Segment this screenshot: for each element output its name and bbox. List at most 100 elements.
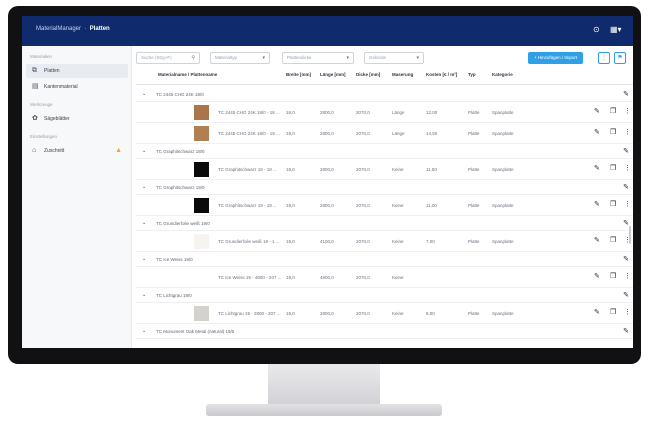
col-header-width[interactable]: Breite [mm] (286, 72, 311, 77)
cell-name: TC 2445 CHG 24K 18/0 - 18 ... (218, 110, 280, 115)
col-header-name[interactable]: Materialname / Plattenname (158, 72, 217, 77)
table-row[interactable]: TC Graphitschwarz 19 - 19 ... 19,0 2800,0 2… (136, 196, 633, 216)
layers-icon: ⧉ (32, 67, 37, 74)
cell-length: 2800,0 (320, 311, 334, 316)
edit-icon[interactable]: ✎ (594, 273, 600, 281)
more-icon[interactable]: ⋮ (624, 165, 631, 173)
table-row[interactable]: TC Lichtgrau 19 - 2800 - 207 ... 19,0 2800… (136, 304, 633, 324)
chevron-down-icon[interactable]: ⌄ (142, 91, 146, 97)
chevron-down-icon[interactable]: ⌄ (142, 328, 146, 334)
more-icon[interactable]: ⋮ (624, 309, 631, 317)
group-label: TC Grundierfolie weiß 19/0 (156, 221, 210, 226)
material-swatch (194, 270, 209, 285)
copy-icon[interactable]: ❐ (610, 165, 616, 173)
col-header-cost[interactable]: Kosten [€ / m²] (426, 72, 457, 77)
table-header-divider (136, 84, 633, 85)
stage: MaterialManager · Platten ⊙ ▦▾ Materiali… (0, 0, 649, 421)
cell-cost: 11,00 (426, 203, 437, 208)
sidebar-item-saegeblaetter[interactable]: ✿ Sägeblätter (26, 112, 128, 126)
edge-icon: ▤ (32, 83, 39, 90)
cell-thickness: 2070,0 (356, 203, 370, 208)
copy-icon[interactable]: ❐ (610, 108, 616, 116)
gear-icon: ✿ (32, 115, 38, 122)
edit-icon[interactable]: ✎ (594, 108, 600, 116)
edit-icon[interactable]: ✎ (623, 327, 629, 335)
edit-icon[interactable]: ✎ (594, 309, 600, 317)
filter-dropdown-gebinde[interactable]: Gebinde ▾ (364, 52, 424, 64)
more-icon[interactable]: ⋮ (624, 108, 631, 116)
cell-grain: Länge (392, 110, 405, 115)
group-row[interactable]: ⌄ TC Grundierfolie weiß 19/0 ✎ (136, 217, 633, 231)
more-icon[interactable]: ⋮ (624, 273, 631, 281)
group-row[interactable]: ⌄ TC 2445 CHG 24K 18/0 ✎ (136, 88, 633, 102)
group-row[interactable]: ⌄ TC Ice Weiss 19/0 ✎ (136, 253, 633, 267)
chevron-down-icon[interactable]: ⌄ (142, 256, 146, 262)
group-row[interactable]: ⌄ TC Graphitschwarz 18/0 ✎ (136, 145, 633, 159)
chevron-down-icon[interactable]: ⌄ (142, 292, 146, 298)
notification-icon[interactable]: ⚑ (614, 52, 626, 64)
copy-icon[interactable]: ❐ (610, 237, 616, 245)
search-input[interactable]: Suche (Strg+F) ⚲ (136, 52, 200, 64)
table-row[interactable]: TC 2445 CHG 24K 18/0 - 19 ... 19,0 2800,0 2… (136, 124, 633, 144)
copy-icon[interactable]: ❐ (610, 201, 616, 209)
more-icon[interactable]: ⋮ (624, 129, 631, 137)
monitor-stand-neck (268, 364, 380, 406)
edit-icon[interactable]: ✎ (623, 291, 629, 299)
cell-category: Spanplatte (492, 311, 514, 316)
group-label: TC Graphitschwarz 19/0 (156, 185, 205, 190)
copy-icon[interactable]: ❐ (610, 309, 616, 317)
chevron-down-icon[interactable]: ⌄ (142, 220, 146, 226)
table-row[interactable]: TC Grundierfolie weiß 19 - 1 ... 19,0 4100… (136, 232, 633, 252)
cell-cost: 14,50 (426, 131, 438, 136)
filter-dropdown-materialtyp[interactable]: Materialtyp ▾ (210, 52, 270, 64)
filter-dropdown-plattendicke[interactable]: Plattendicke ▾ (282, 52, 354, 64)
sidebar-item-label: Kantenmaterial (44, 84, 78, 90)
cell-type: Platte (468, 239, 480, 244)
col-header-thickness[interactable]: Dicke [mm] (356, 72, 380, 77)
cell-name: TC Lichtgrau 19 - 2800 - 207 ... (218, 311, 281, 316)
col-header-category[interactable]: Kategorie (492, 72, 513, 77)
chevron-down-icon[interactable]: ⌄ (142, 184, 146, 190)
group-label: TC Ice Weiss 19/0 (156, 257, 193, 262)
cell-name: TC Graphitschwarz 18 - 18 ... (218, 167, 277, 172)
sidebar-section-label: Einstellungen (30, 134, 58, 139)
app-name: MaterialManager (36, 26, 82, 32)
col-header-type[interactable]: Typ (468, 72, 476, 77)
cell-grain: Keine (392, 311, 404, 316)
sidebar-item-zuschnitt[interactable]: ⌂ Zuschnitt ▲ (26, 144, 128, 158)
edit-icon[interactable]: ✎ (594, 237, 600, 245)
cell-width: 19,0 (286, 203, 295, 208)
cell-cost: 7,00 (426, 239, 435, 244)
more-icon[interactable]: ⋮ (624, 201, 631, 209)
sidebar-item-platten[interactable]: ⧉ Platten (26, 64, 128, 78)
edit-icon[interactable]: ✎ (623, 183, 629, 191)
col-header-grain[interactable]: Maserung (392, 72, 413, 77)
warning-icon: ▲ (115, 147, 122, 154)
edit-icon[interactable]: ✎ (623, 90, 629, 98)
add-import-button[interactable]: + Hinzufügen / Import (528, 52, 584, 64)
table-row[interactable]: TC Ice Weiss 19 - 4800 - 207 ... 19,0 4800… (136, 268, 633, 288)
edit-icon[interactable]: ✎ (623, 147, 629, 155)
more-icon[interactable]: ⋮ (598, 52, 610, 64)
group-row[interactable]: ⌄ TC Graphitschwarz 19/0 ✎ (136, 181, 633, 195)
help-circle-icon[interactable]: ⊙ (593, 25, 600, 35)
edit-icon[interactable]: ✎ (594, 201, 600, 209)
col-header-length[interactable]: Länge [mm] (320, 72, 346, 77)
sidebar-item-kantenmaterial[interactable]: ▤ Kantenmaterial (26, 80, 128, 94)
copy-icon[interactable]: ❐ (610, 129, 616, 137)
table-row[interactable]: TC Graphitschwarz 18 - 18 ... 18,0 2800,0 2… (136, 160, 633, 180)
scrollbar[interactable] (629, 226, 631, 244)
chevron-down-icon[interactable]: ⌄ (142, 148, 146, 154)
cell-category: Spanplatte (492, 167, 514, 172)
edit-icon[interactable]: ✎ (623, 255, 629, 263)
copy-icon[interactable]: ❐ (610, 273, 616, 281)
group-row[interactable]: ⌄ TC Monument Oak Metal (natural) 19/0 ✎ (136, 325, 633, 339)
edit-icon[interactable]: ✎ (594, 165, 600, 173)
group-row[interactable]: ⌄ TC Lichtgrau 19/0 ✎ (136, 289, 633, 303)
user-menu-icon[interactable]: ▦▾ (610, 25, 622, 35)
sidebar: Materialien ⧉ Platten ▤ Kantenmaterial W… (22, 46, 132, 348)
edit-icon[interactable]: ✎ (594, 129, 600, 137)
table-row[interactable]: TC 2445 CHG 24K 18/0 - 18 ... 18,0 2800,0 2… (136, 103, 633, 123)
filter-label: Gebinde (369, 55, 387, 60)
cell-length: 2800,0 (320, 167, 334, 172)
